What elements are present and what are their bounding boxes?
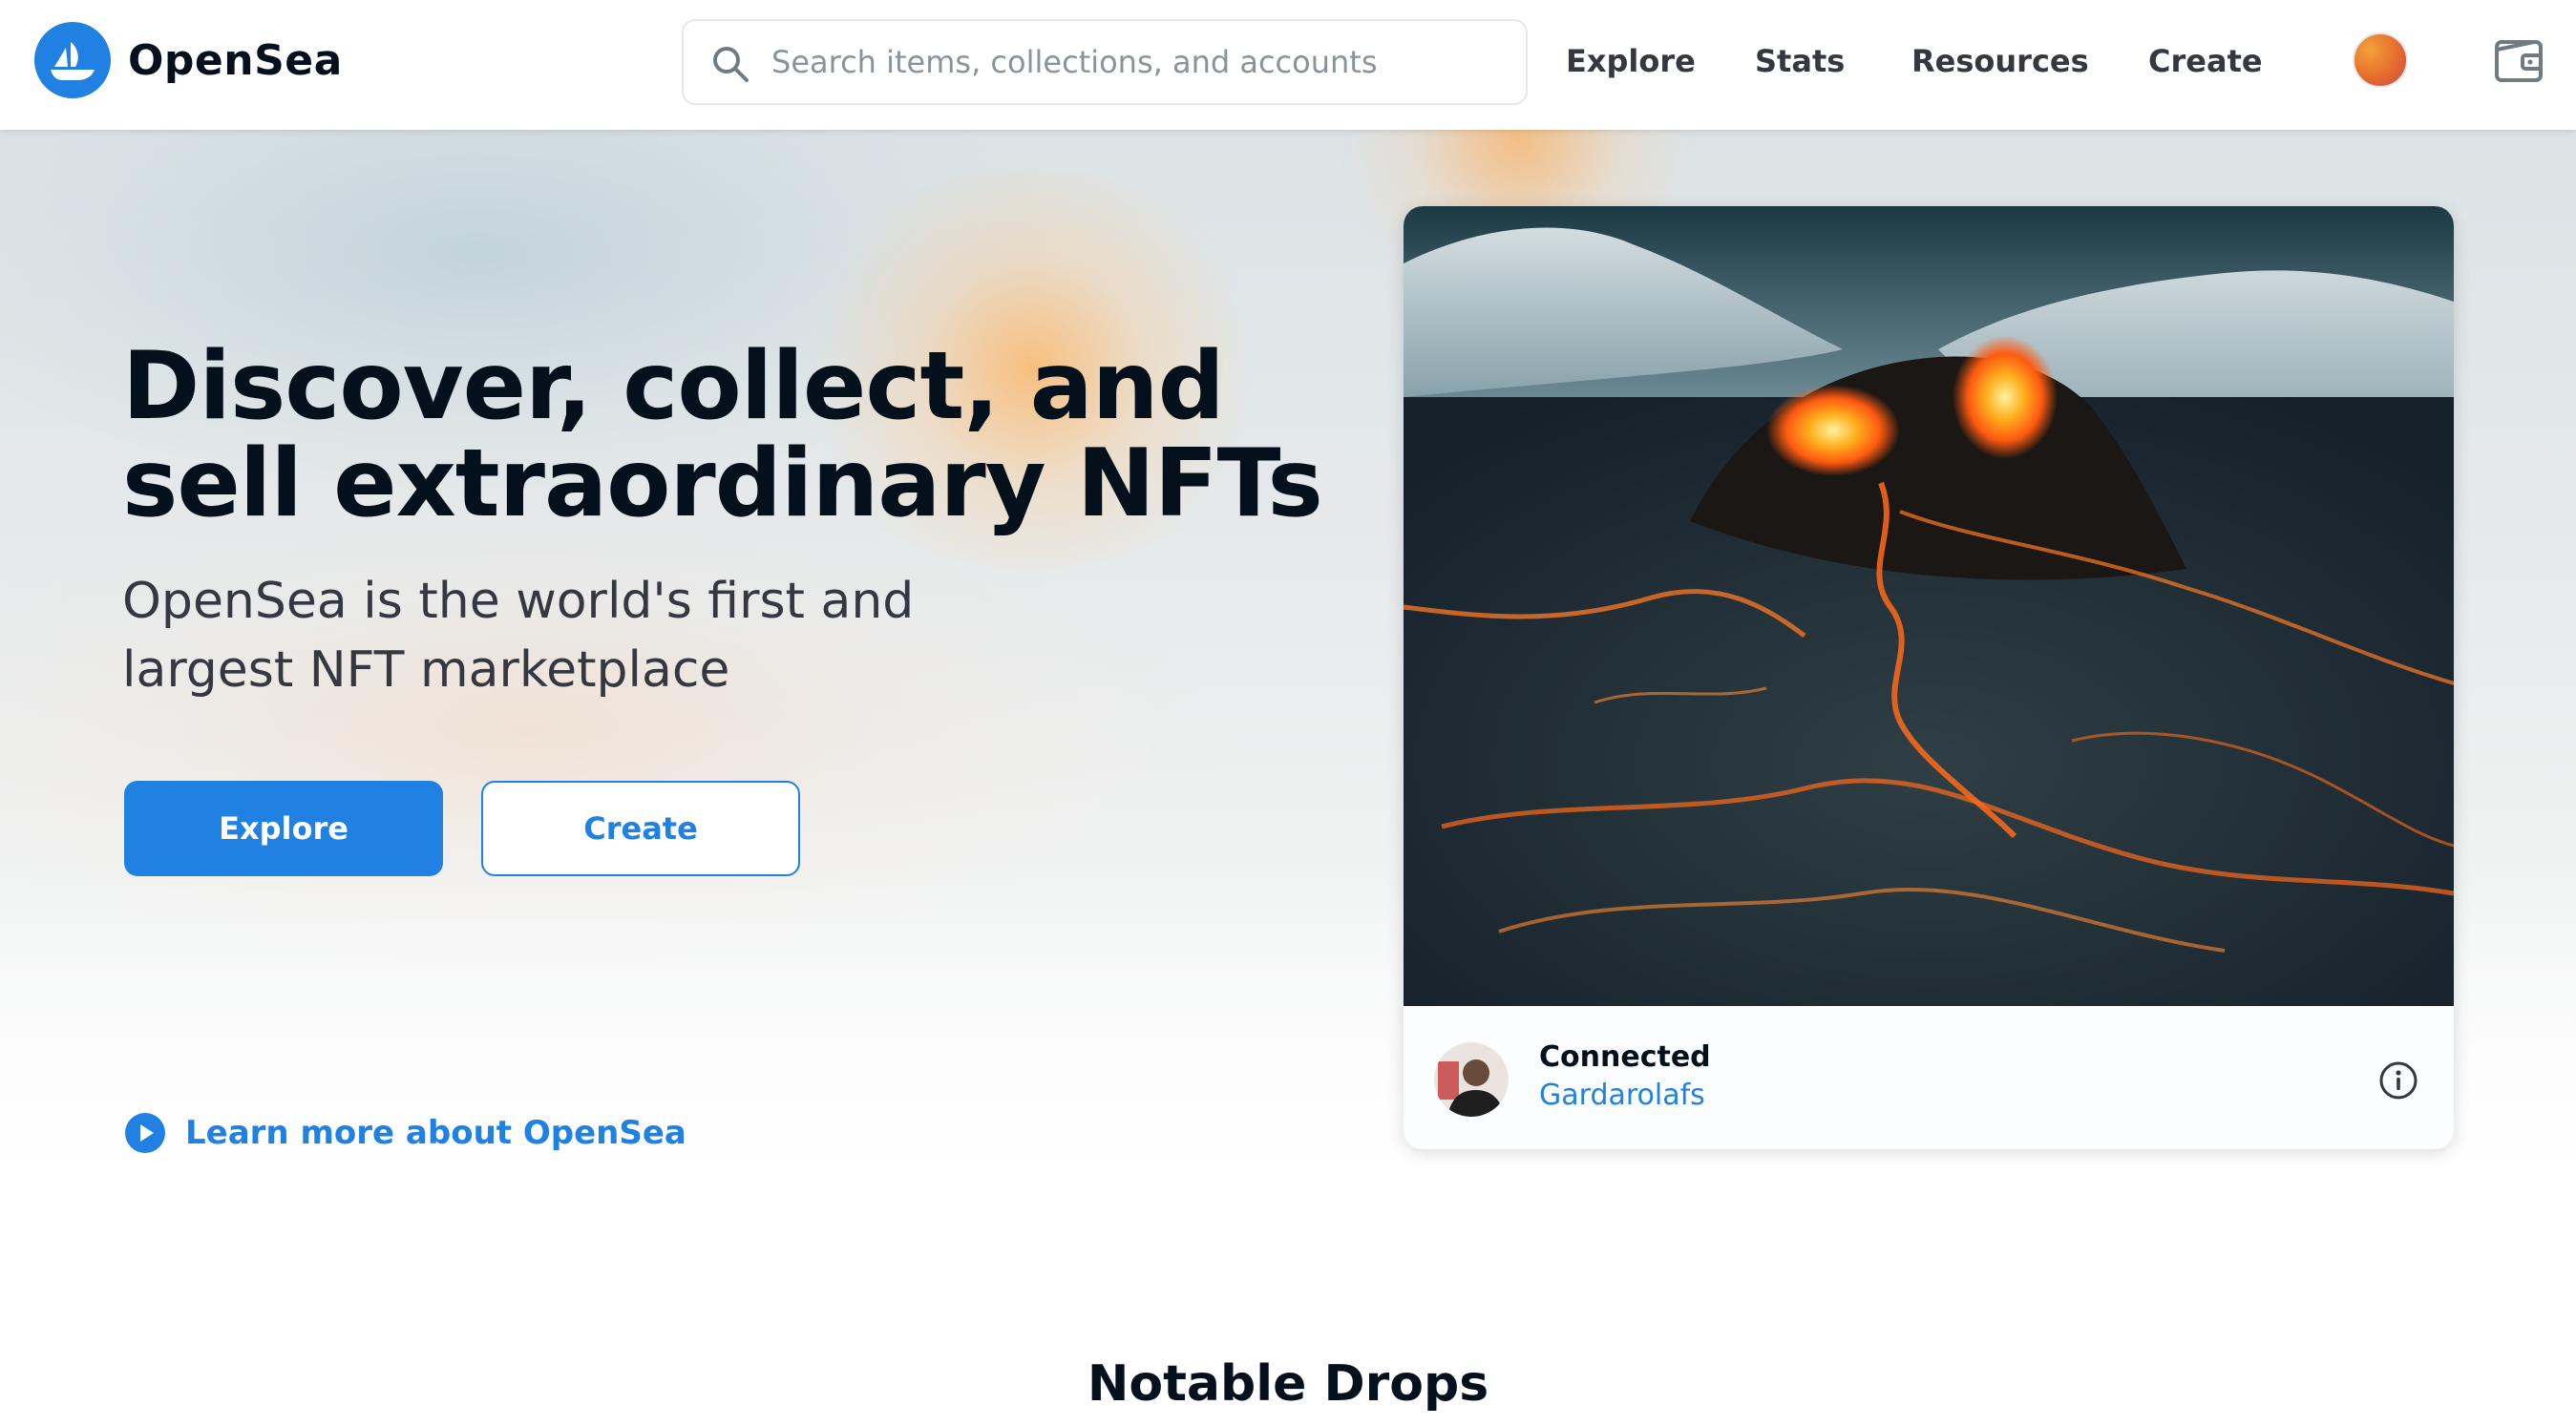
hero-section: Discover, collect, and sell extraordinar… — [0, 130, 2576, 1237]
brand-name[interactable]: OpenSea — [128, 34, 343, 88]
search-input[interactable] — [771, 23, 1497, 101]
nav-resources[interactable]: Resources — [1911, 38, 2089, 84]
search-bar[interactable] — [682, 19, 1528, 105]
create-button[interactable]: Create — [481, 781, 800, 876]
play-circle-icon — [125, 1113, 165, 1153]
nav-explore[interactable]: Explore — [1566, 38, 1696, 84]
wallet-icon[interactable] — [2492, 34, 2545, 88]
top-navigation-bar: OpenSea Explore Stats Resources Create — [0, 0, 2576, 130]
notable-drops-title: Notable Drops — [1087, 1355, 1489, 1413]
nav-create[interactable]: Create — [2148, 38, 2263, 84]
hero-subtitle: OpenSea is the world's first and largest… — [122, 573, 915, 699]
learn-more-link[interactable]: Learn more about OpenSea — [124, 1110, 686, 1156]
featured-nft-card[interactable]: Connected Gardarolafs — [1404, 206, 2454, 1149]
featured-title: Connected — [1539, 1040, 1711, 1074]
user-avatar[interactable] — [2353, 32, 2408, 88]
featured-nft-image[interactable] — [1404, 206, 2454, 1006]
opensea-logo-icon[interactable] — [34, 22, 111, 98]
creator-avatar[interactable] — [1434, 1042, 1509, 1117]
hero-title: Discover, collect, and sell extraordinar… — [122, 332, 1323, 538]
explore-button[interactable]: Explore — [124, 781, 443, 876]
info-icon[interactable] — [2377, 1059, 2419, 1101]
featured-card-footer: Connected Gardarolafs — [1404, 1006, 2454, 1149]
featured-creator-link[interactable]: Gardarolafs — [1539, 1077, 1705, 1115]
search-icon — [713, 47, 749, 82]
nav-stats[interactable]: Stats — [1755, 38, 1845, 84]
learn-more-label: Learn more about OpenSea — [185, 1114, 686, 1152]
